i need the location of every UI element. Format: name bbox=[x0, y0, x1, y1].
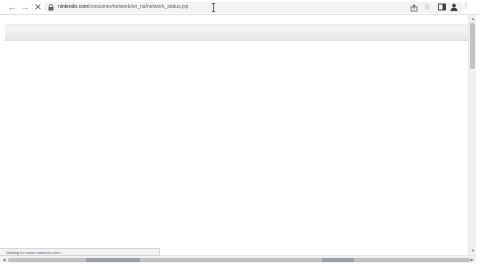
page-header-bar bbox=[5, 27, 468, 41]
window-bottom-edge bbox=[0, 263, 480, 270]
menu-icon[interactable]: ⋮ bbox=[461, 2, 471, 12]
page-content bbox=[0, 15, 468, 255]
vertical-scrollbar[interactable]: ▲ ▼ bbox=[468, 15, 476, 255]
scroll-down-arrow-icon[interactable]: ▼ bbox=[470, 248, 476, 254]
horizontal-scrollbar[interactable]: ◀ ▶ bbox=[0, 255, 476, 263]
stop-loading-button[interactable]: ✕ bbox=[32, 1, 44, 13]
text-cursor-icon bbox=[212, 3, 215, 12]
sidebar-icon[interactable] bbox=[437, 2, 447, 12]
lock-icon[interactable] bbox=[48, 4, 54, 11]
scroll-up-arrow-icon[interactable]: ▲ bbox=[470, 16, 476, 22]
url-text[interactable]: nintendo.com/consumer/network/en_na/netw… bbox=[58, 2, 188, 13]
scroll-track-mark bbox=[322, 258, 354, 262]
scroll-track-mark bbox=[86, 258, 140, 262]
share-icon[interactable] bbox=[410, 4, 418, 12]
browser-toolbar: ← → ✕ nintendo.com/consumer/network/en_n… bbox=[0, 0, 480, 15]
address-bar[interactable]: nintendo.com/consumer/network/en_na/netw… bbox=[44, 2, 463, 13]
loading-status-text: Waiting for www.nintendo.com... bbox=[0, 248, 160, 256]
forward-button[interactable]: → bbox=[19, 1, 31, 13]
profile-icon[interactable] bbox=[449, 2, 459, 12]
url-path: /consumer/network/en_na/network_status.j… bbox=[88, 4, 189, 10]
horizontal-scroll-thumb[interactable] bbox=[8, 258, 470, 262]
vertical-scroll-thumb[interactable] bbox=[470, 23, 475, 69]
url-host: nintendo.com bbox=[58, 4, 89, 10]
back-button[interactable]: ← bbox=[6, 1, 18, 13]
bookmark-star-icon[interactable]: ☆ bbox=[423, 4, 431, 12]
